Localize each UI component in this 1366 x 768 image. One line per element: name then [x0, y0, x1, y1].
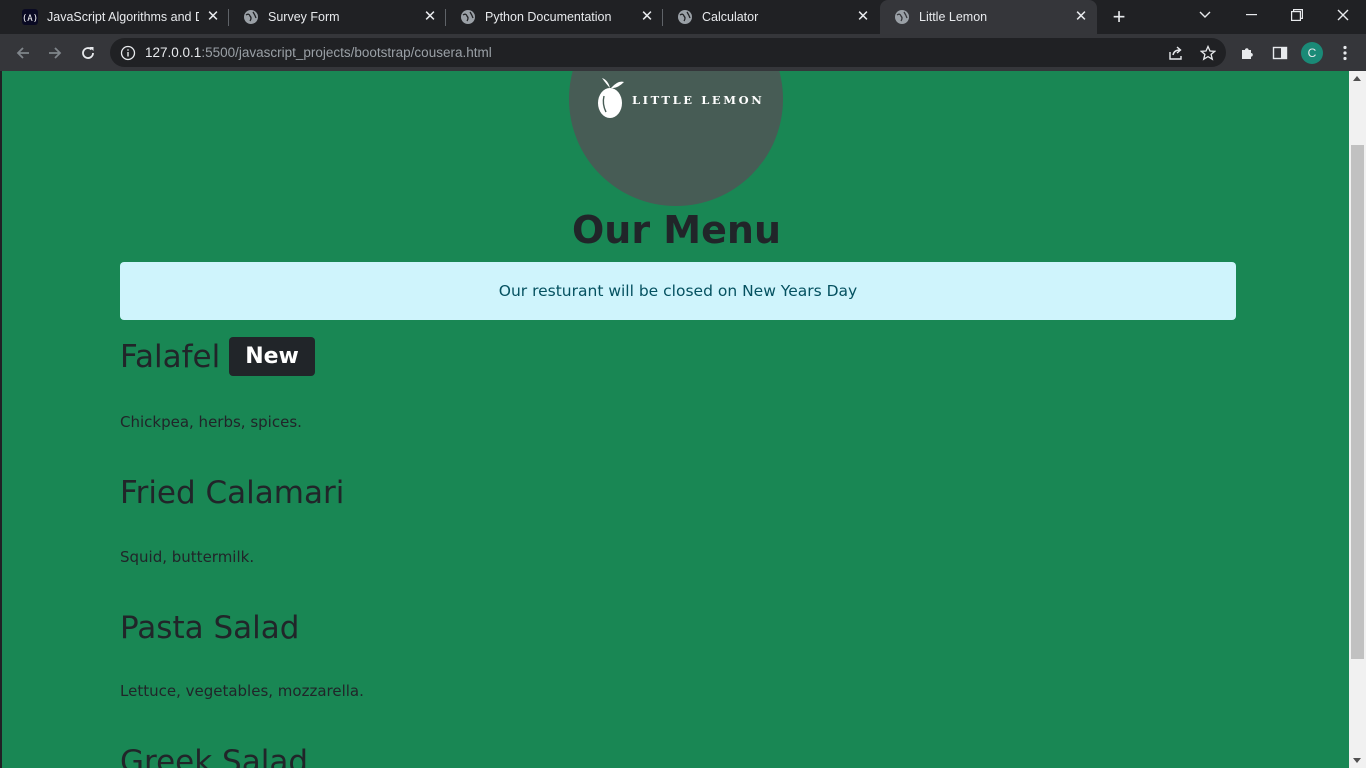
- tab-title: Python Documentation: [485, 10, 612, 24]
- menu-item-name: Falafel: [120, 338, 221, 375]
- globe-icon: [461, 10, 475, 24]
- alert-text: Our resturant will be closed on New Year…: [498, 282, 858, 300]
- kebab-menu-icon: [1343, 45, 1347, 61]
- scrollbar-thumb[interactable]: [1351, 145, 1364, 659]
- closure-alert: Our resturant will be closed on New Year…: [120, 262, 1236, 320]
- globe-icon: [244, 10, 258, 24]
- avatar: C: [1301, 42, 1323, 64]
- share-icon: [1169, 45, 1182, 60]
- chevron-down-icon: [1199, 11, 1211, 18]
- tab-little-lemon[interactable]: Little Lemon ✕: [880, 0, 1097, 34]
- tab-title: Little Lemon: [919, 10, 988, 24]
- lemon-logo-icon: [598, 78, 624, 118]
- tab-strip: (A) JavaScript Algorithms and Da ✕ Surve…: [0, 0, 1366, 34]
- restore-icon: [1291, 9, 1303, 21]
- share-button[interactable]: [1162, 38, 1190, 67]
- extensions-button[interactable]: [1234, 39, 1262, 67]
- menu-item-description: Chickpea, herbs, spices.: [120, 413, 302, 431]
- minimize-button[interactable]: [1228, 0, 1274, 30]
- tab-survey-form[interactable]: Survey Form ✕: [229, 0, 446, 34]
- menu-item-title: Fried Calamari: [120, 475, 344, 511]
- url-path: :5500/javascript_projects/bootstrap/cous…: [201, 45, 492, 60]
- menu-item-name: Pasta Salad: [120, 610, 300, 646]
- tab-title: JavaScript Algorithms and Da: [47, 10, 199, 24]
- globe-icon: [678, 10, 692, 24]
- menu-item-description: Squid, buttermilk.: [120, 548, 255, 566]
- side-panel-icon: [1272, 46, 1288, 60]
- close-icon[interactable]: ✕: [422, 9, 438, 25]
- arrow-right-icon: [49, 47, 62, 59]
- puzzle-icon: [1242, 48, 1253, 59]
- scroll-up-icon[interactable]: [1353, 76, 1361, 81]
- logo-text: LITTLE LEMON: [632, 93, 765, 107]
- freecodecamp-icon: (A): [22, 9, 38, 25]
- tab-calculator[interactable]: Calculator ✕: [663, 0, 879, 34]
- menu-item-name: Fried Calamari: [120, 475, 345, 511]
- page-viewport: LITTLE LEMON Our Menu Our resturant will…: [0, 71, 1366, 768]
- tab-search-button[interactable]: [1182, 0, 1228, 30]
- url-text: 127.0.0.1:5500/javascript_projects/boots…: [145, 45, 492, 60]
- tab-freecodecamp[interactable]: (A) JavaScript Algorithms and Da ✕: [8, 0, 229, 34]
- close-icon[interactable]: ✕: [855, 9, 871, 25]
- menu-button[interactable]: [1331, 39, 1359, 67]
- bookmark-button[interactable]: [1194, 38, 1222, 67]
- scroll-down-icon[interactable]: [1353, 758, 1361, 763]
- forward-button[interactable]: [41, 39, 69, 67]
- new-tab-button[interactable]: +: [1108, 6, 1130, 28]
- reload-button[interactable]: [74, 39, 102, 67]
- side-panel-button[interactable]: [1266, 39, 1294, 67]
- star-icon: [1200, 44, 1216, 61]
- tab-title: Survey Form: [268, 10, 340, 24]
- arrow-left-icon: [16, 47, 29, 59]
- close-icon[interactable]: ✕: [205, 9, 221, 25]
- profile-button[interactable]: C: [1298, 39, 1326, 67]
- page-scrollbar[interactable]: [1349, 71, 1366, 768]
- menu-item-description: Lettuce, vegetables, mozzarella.: [120, 682, 364, 700]
- menu-item-name: Greek Salad: [120, 744, 308, 768]
- menu-item-title: Pasta Salad: [120, 610, 299, 646]
- tab-title: Calculator: [702, 10, 759, 24]
- globe-icon: [895, 10, 909, 24]
- restore-button[interactable]: [1274, 0, 1320, 30]
- address-bar[interactable]: 127.0.0.1:5500/javascript_projects/boots…: [110, 38, 1226, 67]
- page-title: Our Menu: [571, 208, 782, 252]
- menu-item-title: Falafel New: [120, 337, 315, 376]
- tab-python-docs[interactable]: Python Documentation ✕: [446, 0, 663, 34]
- back-button[interactable]: [9, 39, 37, 67]
- svg-text:(A): (A): [22, 14, 38, 24]
- close-icon[interactable]: ✕: [1073, 9, 1089, 25]
- minimize-icon: [1245, 14, 1257, 16]
- menu-item-title: Greek Salad: [120, 744, 308, 768]
- new-badge: New: [229, 337, 315, 376]
- window-close-button[interactable]: [1320, 0, 1366, 30]
- info-icon[interactable]: [120, 45, 136, 61]
- reload-icon: [82, 47, 94, 59]
- browser-toolbar: 127.0.0.1:5500/javascript_projects/boots…: [0, 34, 1366, 71]
- close-icon[interactable]: ✕: [639, 9, 655, 25]
- close-icon: [1337, 9, 1349, 21]
- url-host: 127.0.0.1: [145, 45, 202, 60]
